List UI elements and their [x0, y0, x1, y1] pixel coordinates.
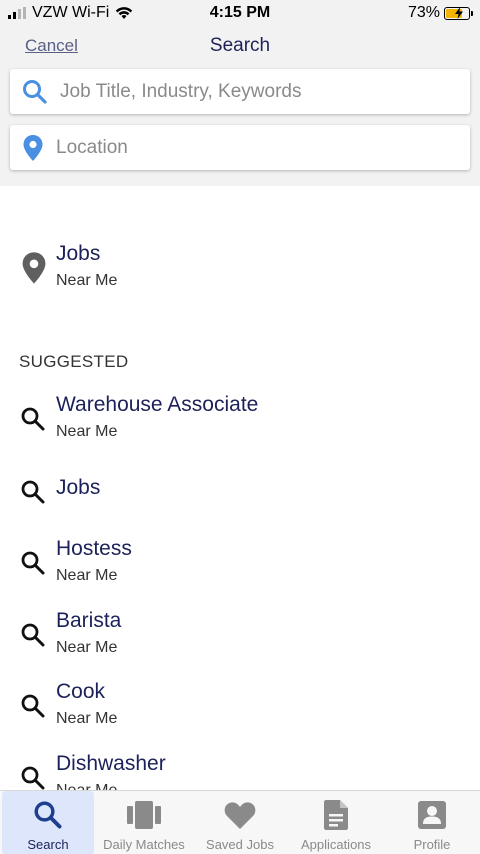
search-icon: [34, 801, 62, 829]
item-subtitle: Near Me: [56, 423, 118, 440]
tab-applications[interactable]: Applications: [288, 791, 384, 854]
suggested-heading: SUGGESTED: [19, 352, 129, 371]
cards-icon: [127, 801, 161, 829]
item-subtitle: Near Me: [56, 567, 118, 584]
item-title: Jobs: [56, 476, 101, 499]
location-pin-icon: [23, 134, 43, 161]
item-subtitle: Near Me: [56, 782, 117, 790]
item-subtitle: Near Me: [56, 639, 118, 656]
charging-bolt-icon: [455, 6, 463, 19]
keyword-search-field[interactable]: [10, 69, 470, 114]
heart-icon: [224, 802, 256, 829]
location-pin-icon: [22, 252, 46, 284]
tab-bar: Search Daily Matches Saved Jobs Applicat…: [0, 790, 480, 854]
search-icon: [21, 766, 45, 790]
search-icon: [21, 480, 45, 504]
battery-percent: 73%: [407, 4, 440, 21]
jobs-near-me-item[interactable]: Jobs Near Me: [0, 242, 480, 302]
status-bar: VZW Wi-Fi 4:15 PM 73%: [0, 0, 480, 26]
profile-icon: [418, 801, 446, 829]
suggestion-item[interactable]: Dishwasher Near Me: [0, 752, 480, 790]
search-icon: [21, 694, 45, 718]
battery-icon: [444, 6, 473, 20]
search-icon: [23, 79, 47, 104]
item-subtitle: Near Me: [56, 710, 118, 727]
item-title: Warehouse Associate: [56, 393, 259, 416]
item-title: Hostess: [56, 537, 132, 560]
tab-label: Profile: [413, 837, 451, 852]
page-title: Search: [209, 35, 271, 56]
location-search-field[interactable]: [10, 125, 470, 170]
tab-search[interactable]: Search: [2, 791, 94, 854]
tab-label: Daily Matches: [103, 837, 185, 852]
item-title: Barista: [56, 609, 122, 632]
document-icon: [324, 800, 348, 830]
suggestion-item[interactable]: Jobs: [0, 476, 480, 510]
suggestion-item[interactable]: Cook Near Me: [0, 680, 480, 732]
tab-daily-matches[interactable]: Daily Matches: [96, 791, 192, 854]
item-title: Dishwasher: [56, 752, 166, 775]
tab-label: Applications: [300, 837, 372, 852]
search-header: Cancel Search: [0, 26, 480, 186]
tab-saved-jobs[interactable]: Saved Jobs: [192, 791, 288, 854]
suggestion-item[interactable]: Warehouse Associate Near Me: [0, 393, 480, 445]
tab-label: Search: [27, 837, 69, 852]
location-input[interactable]: [56, 136, 470, 159]
suggestion-item[interactable]: Barista Near Me: [0, 609, 480, 661]
battery-group: 73%: [407, 4, 473, 22]
search-icon: [21, 623, 45, 647]
search-icon: [21, 407, 45, 431]
tab-label: Saved Jobs: [206, 837, 274, 852]
item-subtitle: Near Me: [56, 272, 118, 289]
item-title: Cook: [56, 680, 106, 703]
suggestion-item[interactable]: Hostess Near Me: [0, 537, 480, 589]
keyword-input[interactable]: [60, 80, 470, 103]
search-icon: [21, 551, 45, 575]
tab-profile[interactable]: Profile: [384, 791, 480, 854]
search-suggestions-list: Jobs Near Me SUGGESTED Warehouse Associa…: [0, 186, 480, 790]
item-title: Jobs: [56, 242, 101, 265]
